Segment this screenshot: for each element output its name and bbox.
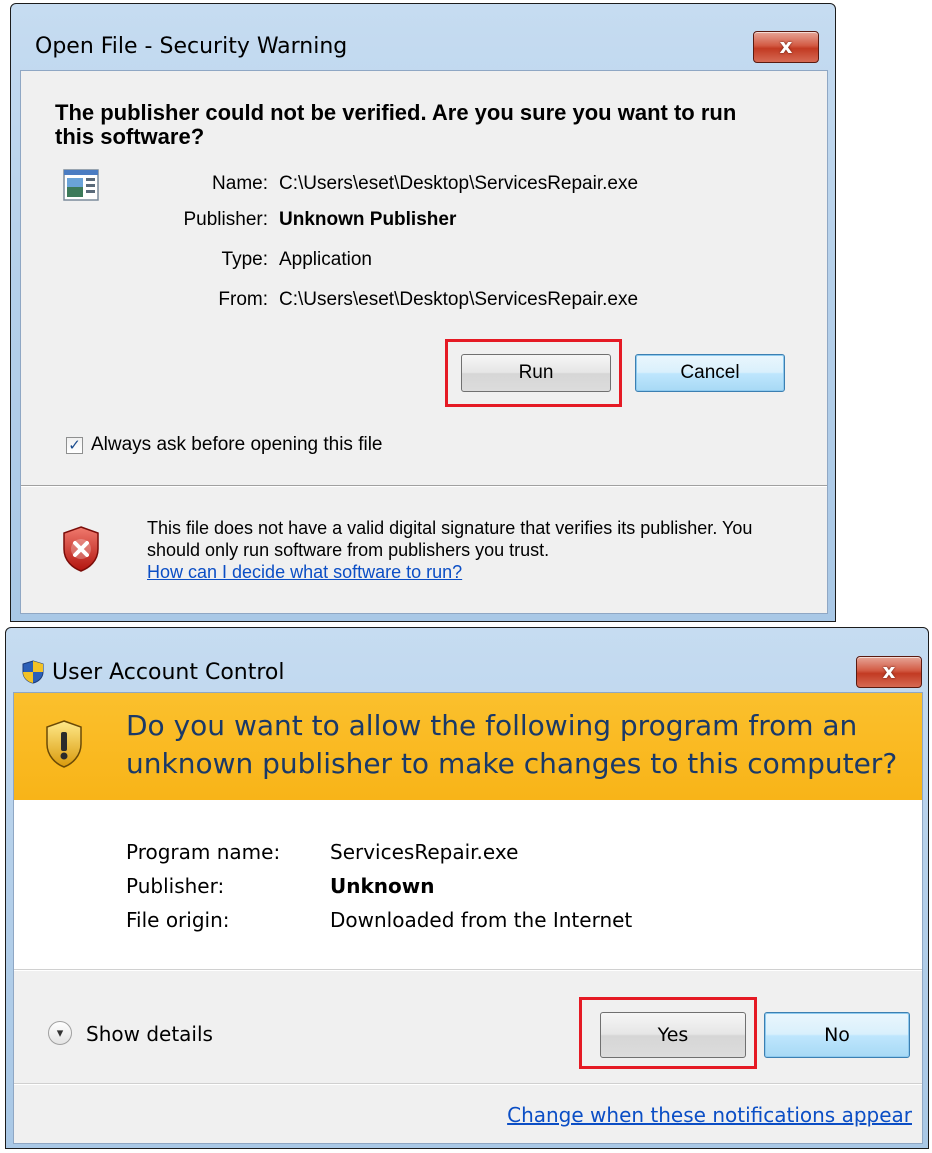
no-button-label: No (824, 1024, 850, 1046)
security-warning-titlebar[interactable]: Open File - Security Warning x (11, 4, 835, 70)
uac-window: User Account Control x Do you want to al… (5, 627, 929, 1149)
security-warning-separator (21, 485, 827, 487)
uac-shield-icon (22, 660, 44, 684)
from-field-label: From: (218, 289, 268, 310)
yes-button-label: Yes (657, 1024, 689, 1046)
close-icon: x (882, 659, 896, 683)
warning-shield-icon (44, 719, 84, 769)
file-origin-label: File origin: (126, 908, 230, 932)
run-button[interactable]: Run (461, 354, 611, 392)
uac-publisher-value: Unknown (330, 874, 435, 898)
help-link[interactable]: How can I decide what software to run? (147, 562, 462, 583)
chevron-down-icon[interactable]: ▾ (48, 1021, 72, 1045)
publisher-field-label: Publisher: (183, 209, 269, 230)
uac-question-text: Do you want to allow the following progr… (126, 709, 898, 780)
name-field-value: C:\Users\eset\Desktop\ServicesRepair.exe (279, 173, 639, 194)
security-warning-window: Open File - Security Warning x The publi… (10, 3, 836, 622)
show-details-button[interactable]: Show details (86, 1022, 213, 1046)
type-field-value: Application (279, 249, 372, 270)
uac-footer: ▾ Show details Yes No Change when these … (14, 969, 922, 1143)
uac-close-button[interactable]: x (856, 656, 922, 688)
run-button-label: Run (518, 362, 554, 383)
name-field-label: Name: (212, 173, 268, 194)
uac-footer-separator (14, 1083, 922, 1085)
cancel-button-label: Cancel (680, 362, 740, 383)
security-warning-title: Open File - Security Warning (35, 34, 348, 59)
security-warning-close-button[interactable]: x (753, 31, 819, 63)
publisher-field-value: Unknown Publisher (279, 209, 457, 230)
uac-title: User Account Control (52, 660, 285, 685)
from-field-value: C:\Users\eset\Desktop\ServicesRepair.exe (279, 289, 639, 310)
shield-error-icon (61, 525, 101, 573)
uac-titlebar[interactable]: User Account Control x (6, 628, 928, 692)
security-warning-headline: The publisher could not be verified. Are… (55, 100, 737, 149)
yes-button[interactable]: Yes (600, 1012, 746, 1058)
file-origin-value: Downloaded from the Internet (330, 908, 633, 932)
program-name-value: ServicesRepair.exe (330, 840, 519, 864)
program-name-label: Program name: (126, 840, 281, 864)
type-field-label: Type: (221, 249, 268, 270)
signature-warning-text: This file does not have a valid digital … (147, 518, 753, 560)
no-button[interactable]: No (764, 1012, 910, 1058)
change-notifications-link[interactable]: Change when these notifications appear (507, 1103, 912, 1127)
uac-question-banner: Do you want to allow the following progr… (14, 693, 922, 800)
application-icon (63, 167, 99, 203)
uac-publisher-label: Publisher: (126, 874, 225, 898)
always-ask-checkbox-label[interactable]: Always ask before opening this file (91, 434, 383, 456)
uac-body: Do you want to allow the following progr… (13, 692, 923, 1144)
close-icon: x (779, 34, 793, 58)
always-ask-checkbox[interactable]: ✓ (66, 437, 83, 454)
uac-footer-top-border (14, 969, 922, 971)
cancel-button[interactable]: Cancel (635, 354, 785, 392)
security-warning-body: The publisher could not be verified. Are… (20, 70, 828, 614)
